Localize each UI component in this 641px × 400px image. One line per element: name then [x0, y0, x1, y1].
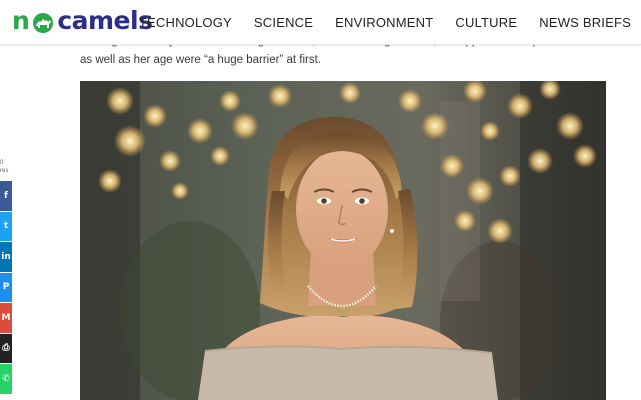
facebook-icon: f	[4, 190, 8, 201]
social-share-bar: f t in P M ⎙ ✆	[0, 181, 12, 395]
site-header: n camels TECHNOLOGY SCIENCE ENVIRONMENT …	[0, 0, 641, 45]
nav-news-briefs[interactable]: NEWS BRIEFS	[539, 15, 631, 30]
pinterest-share-button[interactable]: P	[0, 272, 12, 302]
pinterest-icon: P	[2, 282, 10, 293]
linkedin-share-button[interactable]: in	[0, 242, 12, 272]
share-count: 0 res	[0, 160, 9, 174]
twitter-share-button[interactable]: t	[0, 211, 12, 241]
facebook-share-button[interactable]: f	[0, 181, 12, 211]
email-share-button[interactable]: M	[0, 303, 12, 333]
article-photo	[80, 81, 606, 400]
logo-letter: n	[12, 6, 30, 35]
email-icon: M	[1, 312, 11, 323]
main-nav: TECHNOLOGY SCIENCE ENVIRONMENT CULTURE N…	[139, 0, 631, 44]
whatsapp-share-button[interactable]: ✆	[0, 364, 12, 394]
print-icon: ⎙	[2, 343, 10, 354]
whatsapp-icon: ✆	[2, 373, 10, 384]
camel-icon	[30, 10, 56, 33]
print-share-button[interactable]: ⎙	[0, 333, 12, 363]
nav-environment[interactable]: ENVIRONMENT	[335, 15, 433, 30]
nav-culture[interactable]: CULTURE	[455, 15, 517, 30]
site-logo[interactable]: n camels	[12, 6, 153, 36]
nav-technology[interactable]: TECHNOLOGY	[139, 15, 232, 30]
twitter-icon: t	[3, 221, 9, 232]
nav-science[interactable]: SCIENCE	[254, 15, 313, 30]
linkedin-icon: in	[1, 251, 11, 262]
